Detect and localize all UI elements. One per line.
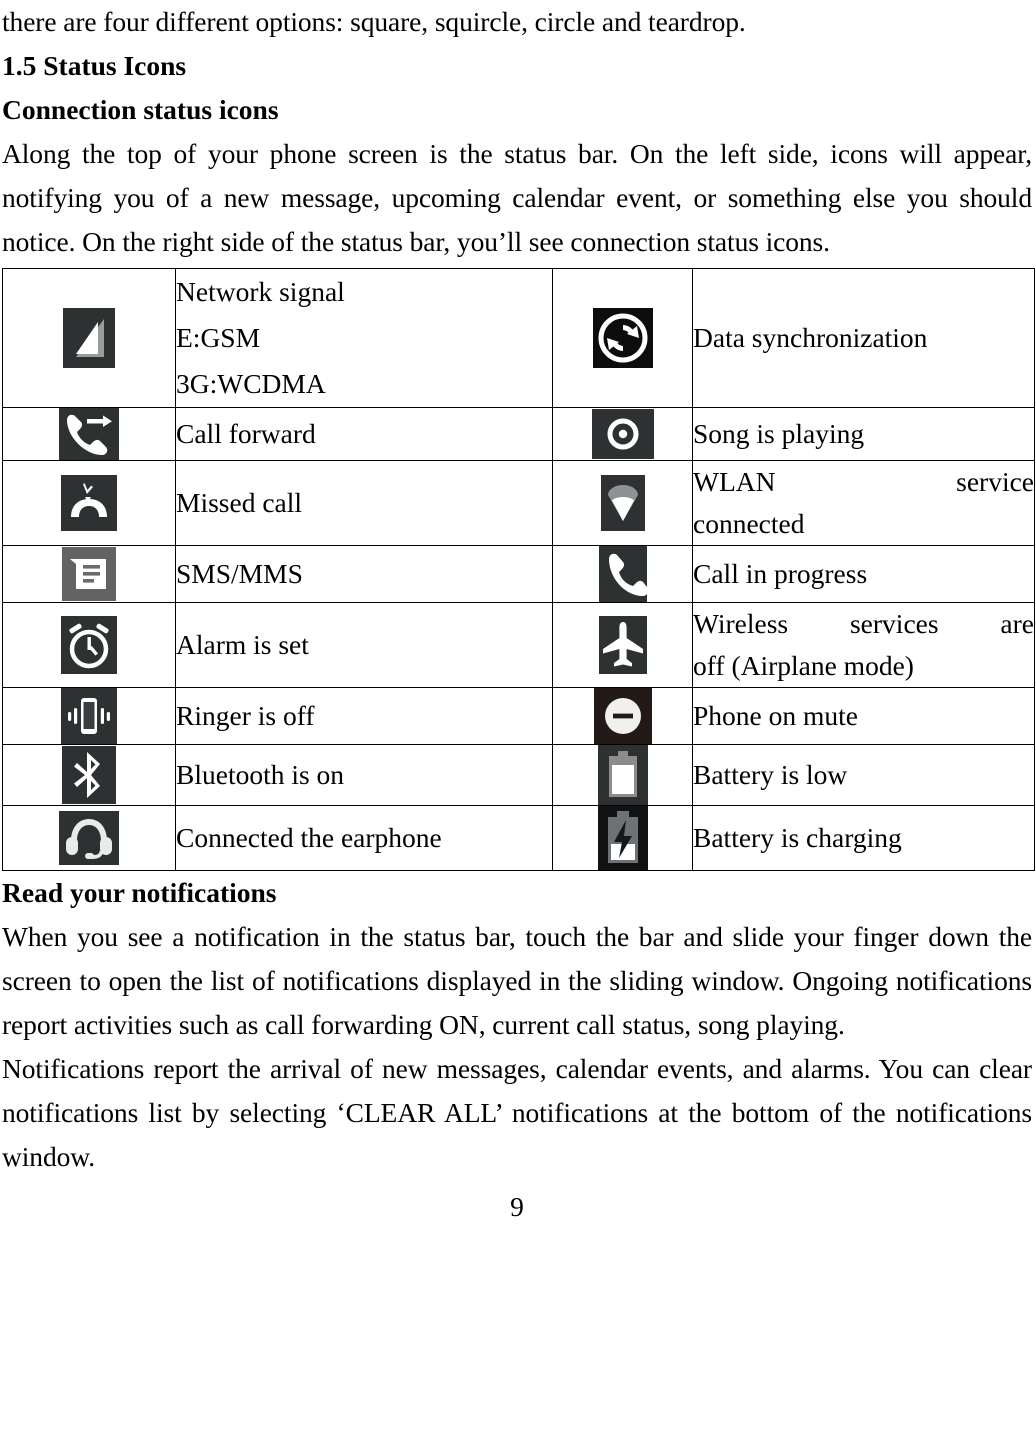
alarm-label-cell: Alarm is set [175, 602, 553, 688]
song-playing-label-cell: Song is playing [692, 407, 1035, 461]
bluetooth-on-icon [62, 746, 116, 804]
airplane-mode-icon [598, 616, 647, 674]
call-in-progress-icon [598, 546, 647, 602]
song-playing-icon [591, 409, 654, 459]
ringer-off-label-cell: Ringer is off [175, 687, 553, 745]
wlan-connected-icon [600, 475, 645, 531]
battery-charging-icon [597, 806, 648, 870]
call-in-progress-label-cell: Call in progress [692, 545, 1035, 603]
paragraph-status-bar-description: Along the top of your phone screen is th… [2, 138, 1032, 257]
call-forward-icon [59, 408, 119, 460]
table-row: Ringer is off Phone on mute [2, 687, 1035, 745]
song-playing-icon-cell [552, 407, 693, 461]
sms-mms-label-cell: SMS/MMS [175, 545, 553, 603]
network-signal-icon-cell [2, 268, 176, 408]
missed-call-label-cell: Missed call [175, 460, 553, 546]
phone-mute-label-cell: Phone on mute [692, 687, 1035, 745]
call-in-progress-icon-cell [552, 545, 693, 603]
earphone-label-cell: Connected the earphone [175, 805, 553, 871]
battery-low-label-cell: Battery is low [692, 744, 1035, 806]
phone-mute-icon [593, 688, 652, 744]
data-sync-icon [592, 308, 653, 368]
network-signal-icon [63, 308, 115, 368]
sms-mms-icon [62, 547, 116, 601]
data-sync-icon-cell [552, 268, 693, 408]
wlan-label-cell: WLAN service connected [692, 460, 1035, 546]
document-page: there are four different options: square… [0, 0, 1036, 1436]
call-forward-icon-cell [2, 407, 176, 461]
earphone-icon-cell [2, 805, 176, 871]
airplane-label-cell: Wireless services are off (Airplane mode… [692, 602, 1035, 688]
phone-mute-icon-cell [552, 687, 693, 745]
subheading-connection-status-icons: Connection status icons [2, 94, 279, 125]
battery-charging-icon-cell [552, 805, 693, 871]
network-signal-label-line3: 3G:WCDMA [176, 368, 326, 399]
battery-low-icon-cell [552, 744, 693, 806]
bluetooth-icon-cell [2, 744, 176, 806]
wlan-label-line1: WLAN service [693, 466, 1034, 497]
earphone-connected-icon [59, 811, 119, 865]
network-signal-label-line1: Network signal [176, 276, 345, 307]
table-row: Network signal E:GSM 3G:WCDMA Data synch… [2, 268, 1035, 408]
paragraph-clear-notifications: Notifications report the arrival of new … [2, 1053, 1032, 1172]
table-row: Call forward Song is playing [2, 407, 1035, 461]
airplane-label-line2: off (Airplane mode) [693, 650, 914, 681]
battery-charging-label-cell: Battery is charging [692, 805, 1035, 871]
table-row: Alarm is set Wireless services are off (… [2, 602, 1035, 688]
call-forward-label-cell: Call forward [175, 407, 553, 461]
battery-low-icon [597, 745, 648, 805]
status-icons-table: Network signal E:GSM 3G:WCDMA Data synch… [2, 268, 1035, 871]
intro-paragraph: there are four different options: square… [2, 6, 746, 37]
sms-mms-icon-cell [2, 545, 176, 603]
missed-call-icon-cell [2, 460, 176, 546]
network-signal-label-line2: E:GSM [176, 322, 261, 353]
network-signal-label-cell: Network signal E:GSM 3G:WCDMA [175, 268, 553, 408]
table-row: Connected the earphone Battery is chargi… [2, 805, 1035, 871]
alarm-set-icon [61, 616, 117, 674]
table-row: Missed call WLAN service connected [2, 460, 1035, 546]
wlan-icon-cell [552, 460, 693, 546]
paragraph-read-notifications: When you see a notification in the statu… [2, 921, 1032, 1040]
airplane-icon-cell [552, 602, 693, 688]
missed-call-icon [61, 475, 117, 531]
page-number: 9 [510, 1191, 524, 1222]
airplane-label-line1: Wireless services are [693, 608, 1034, 639]
data-sync-label-cell: Data synchronization [692, 268, 1035, 408]
ringer-off-icon [61, 688, 117, 744]
wlan-label-line2: connected [693, 508, 805, 539]
table-row: SMS/MMS Call in progress [2, 545, 1035, 603]
section-heading: 1.5 Status Icons [2, 50, 187, 81]
subheading-read-your-notifications: Read your notifications [2, 877, 277, 908]
table-row: Bluetooth is on Battery is low [2, 744, 1035, 806]
alarm-icon-cell [2, 602, 176, 688]
bluetooth-label-cell: Bluetooth is on [175, 744, 553, 806]
ringer-off-icon-cell [2, 687, 176, 745]
